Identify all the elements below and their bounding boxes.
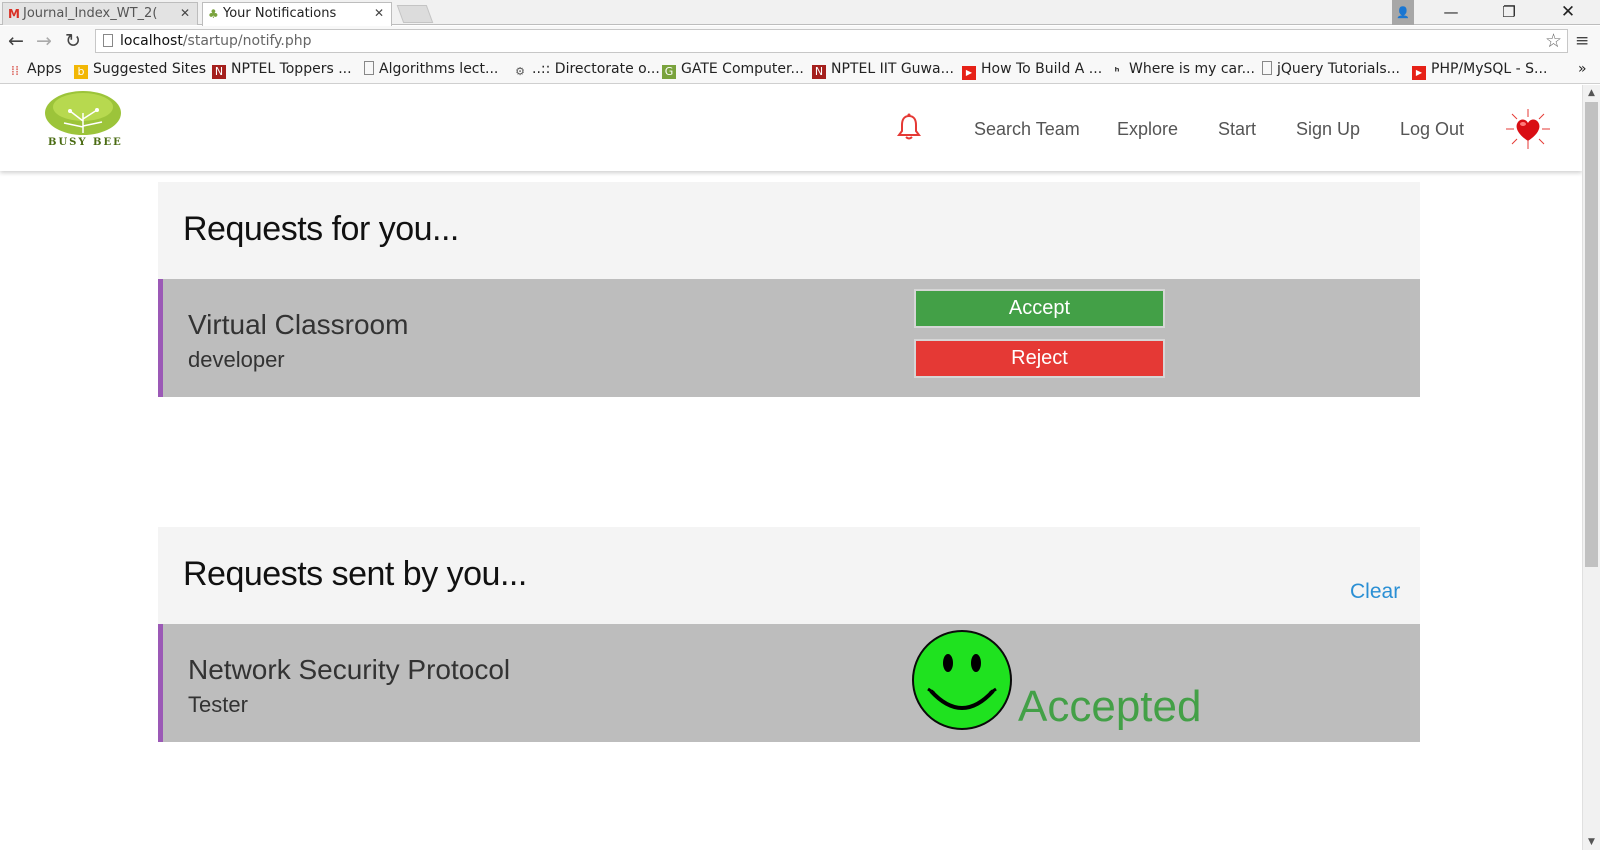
bookmark-label: jQuery Tutorials... bbox=[1277, 61, 1400, 77]
sent-request-card: Network Security Protocol Tester Accepte… bbox=[158, 624, 1420, 742]
bookmark-jquery-tutorials[interactable]: jQuery Tutorials... bbox=[1262, 61, 1400, 77]
page-icon bbox=[103, 34, 113, 47]
new-tab-button[interactable] bbox=[396, 5, 434, 23]
request-project-name: Network Security Protocol bbox=[188, 654, 511, 685]
bookmark-gate-computer[interactable]: G GATE Computer... bbox=[662, 61, 804, 79]
page-scrollbar[interactable]: ▲ ▼ bbox=[1582, 85, 1600, 850]
bookmark-label: NPTEL Toppers ... bbox=[231, 61, 352, 77]
forward-arrow-icon[interactable]: → bbox=[36, 30, 52, 52]
url-path: /startup/notify.php bbox=[182, 33, 312, 49]
sent-requests-panel: Requests sent by you... bbox=[158, 527, 1420, 624]
close-tab-icon[interactable]: ✕ bbox=[374, 6, 384, 20]
accept-button[interactable]: Accept bbox=[914, 289, 1165, 328]
received-section-title: Requests for you... bbox=[183, 210, 459, 248]
tab-title: Your Notifications bbox=[223, 6, 337, 21]
page-icon bbox=[364, 61, 374, 75]
address-bar-row: ← → ↻ localhost/startup/notify.php bbox=[0, 26, 1600, 56]
scroll-thumb[interactable] bbox=[1585, 102, 1598, 567]
bookmark-suggested-sites[interactable]: b Suggested Sites bbox=[74, 61, 206, 79]
bookmark-algorithms[interactable]: Algorithms lect... bbox=[364, 61, 498, 77]
bookmarks-overflow-chevron-icon[interactable]: » bbox=[1578, 61, 1587, 77]
tab-journal-index[interactable]: M Journal_Index_WT_2( ✕ bbox=[2, 2, 198, 25]
restore-icon[interactable]: ❐ bbox=[1486, 0, 1532, 25]
bookmark-label: Suggested Sites bbox=[93, 61, 207, 77]
nav-explore[interactable]: Explore bbox=[1117, 119, 1178, 140]
page-icon bbox=[1262, 61, 1272, 75]
bookmark-label: PHP/MySQL - S... bbox=[1431, 61, 1548, 77]
tab-your-notifications[interactable]: ♣ Your Notifications ✕ bbox=[202, 2, 392, 26]
bing-icon: b bbox=[74, 65, 88, 79]
gate-icon: G bbox=[662, 65, 676, 79]
close-tab-icon[interactable]: ✕ bbox=[180, 6, 190, 20]
bookmark-label: Where is my car... bbox=[1129, 61, 1255, 77]
nptel-icon: N bbox=[212, 65, 226, 79]
url-host: localhost bbox=[120, 33, 183, 49]
nav-sign-up[interactable]: Sign Up bbox=[1296, 119, 1360, 140]
received-requests-panel: Requests for you... bbox=[158, 182, 1420, 279]
received-request-card: Virtual Classroom developer Accept Rejec… bbox=[158, 279, 1420, 397]
bookmark-label: Algorithms lect... bbox=[379, 61, 499, 77]
bookmark-nptel-toppers[interactable]: N NPTEL Toppers ... bbox=[212, 61, 352, 79]
bookmark-apps[interactable]: ⁞⁞ Apps bbox=[8, 61, 62, 79]
bookmark-directorate[interactable]: ⚙ ..:: Directorate o... bbox=[513, 61, 660, 79]
bookmark-star-icon[interactable]: ☆ bbox=[1545, 30, 1562, 52]
notification-bell-icon[interactable] bbox=[896, 113, 922, 141]
codechef-icon: ʰ bbox=[1114, 65, 1120, 78]
page-viewport: BUSY BEE Search Team Explore Start Sign … bbox=[0, 85, 1582, 850]
sent-section-title: Requests sent by you... bbox=[183, 555, 527, 593]
request-role: Tester bbox=[188, 692, 248, 717]
reload-icon[interactable]: ↻ bbox=[65, 30, 81, 52]
nav-log-out[interactable]: Log Out bbox=[1400, 119, 1464, 140]
bookmark-label: GATE Computer... bbox=[681, 61, 804, 77]
bookmark-label: ..:: Directorate o... bbox=[532, 61, 660, 77]
browser-menu-icon[interactable]: ≡ bbox=[1575, 31, 1589, 51]
gmail-icon: M bbox=[8, 7, 20, 21]
bookmark-nptel-iit[interactable]: N NPTEL IIT Guwa... bbox=[812, 61, 954, 79]
browser-tab-strip: M Journal_Index_WT_2( ✕ ♣ Your Notificat… bbox=[0, 0, 1600, 26]
back-arrow-icon[interactable]: ← bbox=[8, 30, 24, 52]
bookmark-label: Apps bbox=[27, 61, 62, 77]
tab-title: Journal_Index_WT_2( bbox=[23, 6, 158, 21]
window-close-icon[interactable]: ✕ bbox=[1545, 0, 1591, 25]
apps-grid-icon: ⁞⁞ bbox=[10, 64, 20, 79]
heart-icon[interactable] bbox=[1506, 109, 1550, 149]
smiley-face-icon bbox=[912, 630, 1012, 730]
bookmark-label: NPTEL IIT Guwa... bbox=[831, 61, 954, 77]
scroll-up-arrow-icon[interactable]: ▲ bbox=[1588, 88, 1595, 98]
youtube-icon: ▶ bbox=[1412, 66, 1426, 80]
tree-favicon: ♣ bbox=[208, 7, 219, 21]
gear-seal-icon: ⚙ bbox=[515, 65, 525, 78]
nptel-icon: N bbox=[812, 65, 826, 79]
url-input[interactable]: localhost/startup/notify.php bbox=[95, 29, 1568, 53]
bookmarks-bar: ⁞⁞ Apps b Suggested Sites N NPTEL Toppers .… bbox=[0, 56, 1600, 84]
clear-link[interactable]: Clear bbox=[1350, 580, 1400, 604]
bookmark-where-is-my-car[interactable]: ʰ Where is my car... bbox=[1110, 61, 1255, 79]
bookmark-how-to-build[interactable]: ▶ How To Build A ... bbox=[962, 61, 1102, 80]
request-role: developer bbox=[188, 347, 285, 372]
minimize-icon[interactable]: — bbox=[1428, 0, 1474, 25]
nav-start[interactable]: Start bbox=[1218, 119, 1256, 140]
request-project-name: Virtual Classroom bbox=[188, 309, 409, 340]
bookmark-label: How To Build A ... bbox=[981, 61, 1103, 77]
bookmark-php-mysql[interactable]: ▶ PHP/MySQL - S... bbox=[1412, 61, 1547, 80]
request-status: Accepted bbox=[1018, 682, 1202, 731]
profile-icon[interactable]: 👤 bbox=[1392, 0, 1414, 25]
youtube-icon: ▶ bbox=[962, 66, 976, 80]
site-header: BUSY BEE Search Team Explore Start Sign … bbox=[0, 85, 1582, 171]
reject-button[interactable]: Reject bbox=[914, 339, 1165, 378]
scroll-down-arrow-icon[interactable]: ▼ bbox=[1588, 837, 1595, 847]
nav-search-team[interactable]: Search Team bbox=[974, 119, 1080, 140]
logo-wordmark: BUSY BEE bbox=[48, 137, 123, 148]
